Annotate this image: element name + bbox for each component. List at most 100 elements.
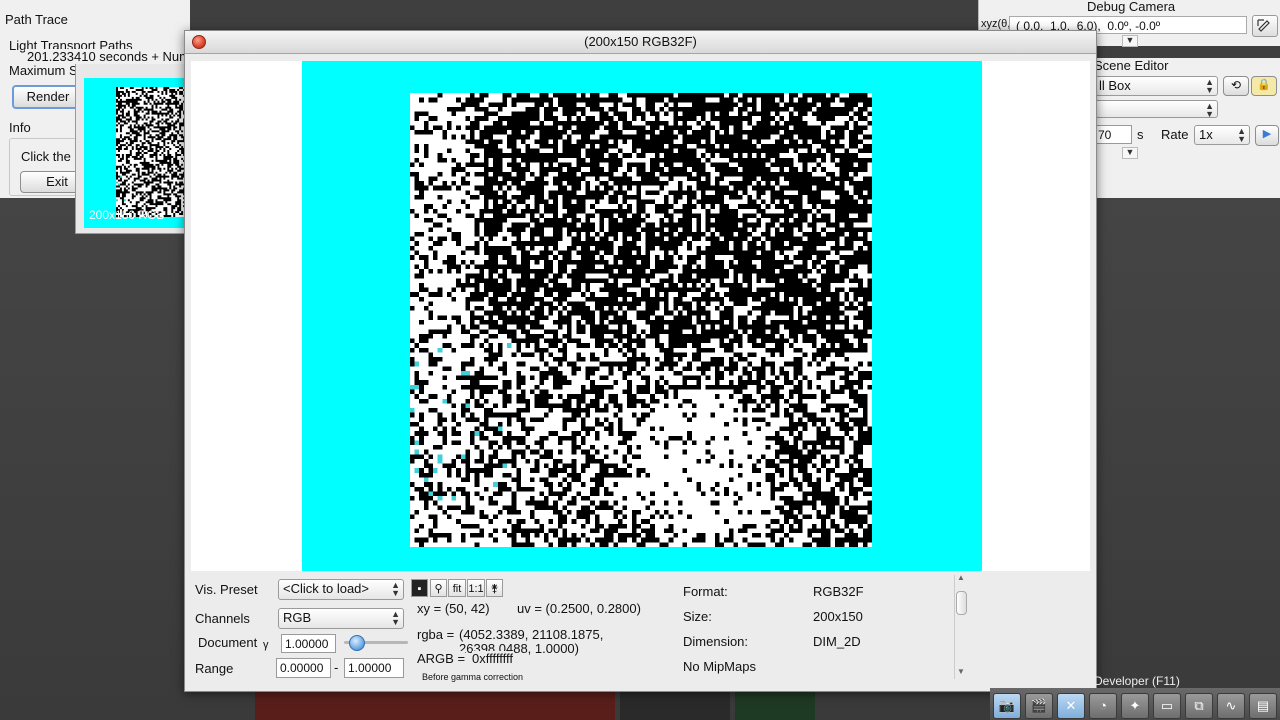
info-label: Info <box>9 120 31 135</box>
updown-icon: ▲ ▼ <box>1205 77 1214 95</box>
dimension-label: Dimension: <box>683 634 749 649</box>
scene-green-wall <box>735 688 815 720</box>
scene-entity-select[interactable]: ▲ ▼ <box>1094 100 1218 119</box>
developer-toolbar: 📷 🎬 ✕ ◔ ✦ ▭ ⧉ ∿ ▤ <box>990 688 1280 720</box>
updown-icon: ▲ ▼ <box>1205 101 1214 119</box>
debug-camera-collapse-icon[interactable]: ▼ <box>1122 35 1138 47</box>
scene-graph-button[interactable]: ⧉ <box>1185 693 1213 719</box>
play-button[interactable]: ▶ <box>1255 125 1279 146</box>
clapper-icon: 🎬 <box>1030 698 1048 713</box>
mipmaps-label: No MipMaps <box>683 659 756 674</box>
channels-select[interactable]: RGB ▲ ▼ <box>278 608 404 629</box>
lock-scene-button[interactable]: 🔒 <box>1251 76 1277 96</box>
clock-icon: ◔ <box>1099 698 1107 713</box>
updown-icon: ▲ ▼ <box>391 609 400 627</box>
camera-icon: 📷 <box>998 698 1016 713</box>
fit-button[interactable]: fit <box>448 579 466 597</box>
viewer-titlebar[interactable]: (200x150 RGB32F) <box>185 31 1096 54</box>
pin-icon: ⚵ <box>490 583 499 595</box>
one-to-one-button[interactable]: 1:1 <box>467 579 485 597</box>
xy-readout: xy = (50, 42) <box>417 601 490 616</box>
range-label: Range <box>195 661 234 676</box>
camera-copy-button[interactable] <box>1252 15 1278 37</box>
size-label: Size: <box>683 609 712 624</box>
range-min-field[interactable]: 0.00000 <box>276 658 331 678</box>
play-icon: ▶ <box>1262 128 1272 140</box>
scene-dark-object <box>620 690 730 720</box>
updown-icon: ▲ ▼ <box>1237 126 1246 144</box>
image-background <box>302 61 982 571</box>
close-icon[interactable] <box>192 35 206 49</box>
thumbnail-noise <box>116 87 191 217</box>
image-canvas[interactable] <box>191 61 1090 571</box>
save-icon: ▪ <box>417 583 422 595</box>
vis-preset-select[interactable]: <Click to load> ▲ ▼ <box>278 579 404 600</box>
reload-scene-button[interactable]: ⟲ <box>1223 76 1249 96</box>
stats-button[interactable]: ∿ <box>1217 693 1245 719</box>
windows-icon: ⧉ <box>1194 698 1204 713</box>
uv-readout: uv = (0.2500, 0.2800) <box>517 601 641 616</box>
scene-editor-collapse-icon[interactable]: ▼ <box>1122 147 1138 159</box>
scene-red-wall <box>255 688 615 720</box>
sparkle-icon: ✦ <box>1129 698 1141 713</box>
thumbnail-label: 200x150 RGB <box>89 208 165 222</box>
vis-preset-value: <Click to load> <box>283 581 369 596</box>
scrollbar-thumb[interactable] <box>956 591 967 615</box>
eyedropper-icon: ⚲ <box>434 583 443 595</box>
thumbnail-image: 200x150 RGB <box>84 78 191 228</box>
debug-camera-title: Debug Camera <box>1087 0 1176 14</box>
rendered-noise-image[interactable] <box>410 93 872 547</box>
channels-value: RGB <box>283 610 312 625</box>
argb-label: ARGB = <box>417 651 466 666</box>
developer-label: Developer (F11) <box>1094 674 1180 688</box>
scene-select[interactable]: ll Box ▲ ▼ <box>1094 76 1218 96</box>
argb-value: 0xffffffff <box>472 651 513 666</box>
profiler-button[interactable]: ◔ <box>1089 693 1117 719</box>
rate-select-value: 1x <box>1199 127 1213 142</box>
gamma-correction-note: Before gamma correction <box>422 672 524 682</box>
dimension-value: DIM_2D <box>813 634 861 649</box>
rate-select[interactable]: 1x ▲ ▼ <box>1194 125 1250 145</box>
render-button[interactable]: Render <box>12 85 84 109</box>
gamma-slider-handle[interactable] <box>349 635 365 651</box>
time-field[interactable]: 70 <box>1094 125 1132 144</box>
format-label: Format: <box>683 584 728 599</box>
scroll-down-icon[interactable]: ▼ <box>957 667 965 676</box>
size-value: 200x150 <box>813 609 863 624</box>
gamma-field[interactable]: 1.00000 <box>281 634 336 653</box>
thumbnail-window[interactable]: 200x150 RGB <box>75 50 192 234</box>
tools-button[interactable]: ✕ <box>1057 693 1085 719</box>
range-dash: - <box>334 660 339 675</box>
document-icon: ▤ <box>1256 698 1270 713</box>
range-max-field[interactable]: 1.00000 <box>344 658 404 678</box>
notes-button[interactable]: ▤ <box>1249 693 1277 719</box>
channels-label: Channels <box>195 611 250 626</box>
lock-icon: 🔒 <box>1257 79 1271 91</box>
rgba-label: rgba = <box>417 627 455 642</box>
scene-select-value: ll Box <box>1099 78 1131 93</box>
format-value: RGB32F <box>813 584 864 599</box>
movie-tool-button[interactable]: 🎬 <box>1025 693 1053 719</box>
info-click-text: Click the <box>21 149 71 164</box>
viewer-title: (200x150 RGB32F) <box>584 34 697 49</box>
save-button[interactable]: ▪ <box>411 579 428 597</box>
graph-icon: ∿ <box>1225 698 1237 713</box>
inspect-button[interactable]: ⚲ <box>430 579 447 597</box>
info-scrollbar[interactable]: ▲ ▼ <box>954 573 967 679</box>
scene-editor-panel: Scene Editor ll Box ▲ ▼ ⟲ 🔒 ▲ ▼ 70 s Rate … <box>1094 58 1280 198</box>
scroll-up-icon[interactable]: ▲ <box>957 573 965 582</box>
time-unit: s <box>1137 127 1144 142</box>
reload-icon: ⟲ <box>1230 78 1242 92</box>
viewer-controls: Vis. Preset <Click to load> ▲ ▼ ▪ ⚲ fit 1… <box>185 571 1096 691</box>
camera-tool-button[interactable]: 📷 <box>993 693 1021 719</box>
new-button[interactable]: ✦ <box>1121 693 1149 719</box>
copy-icon <box>1257 19 1270 32</box>
vis-preset-label: Vis. Preset <box>195 582 258 597</box>
texture-viewer-window: (200x150 RGB32F) Vis. Preset <Click to l… <box>184 30 1097 692</box>
render-time-text: 201.233410 seconds + Num <box>25 49 192 64</box>
rate-label: Rate <box>1161 127 1189 142</box>
console-button[interactable]: ▭ <box>1153 693 1181 719</box>
rgba-value-line1: (4052.3389, 21108.1875, <box>459 627 604 642</box>
gamma-symbol: γ <box>263 639 269 651</box>
pin-button[interactable]: ⚵ <box>486 579 503 597</box>
